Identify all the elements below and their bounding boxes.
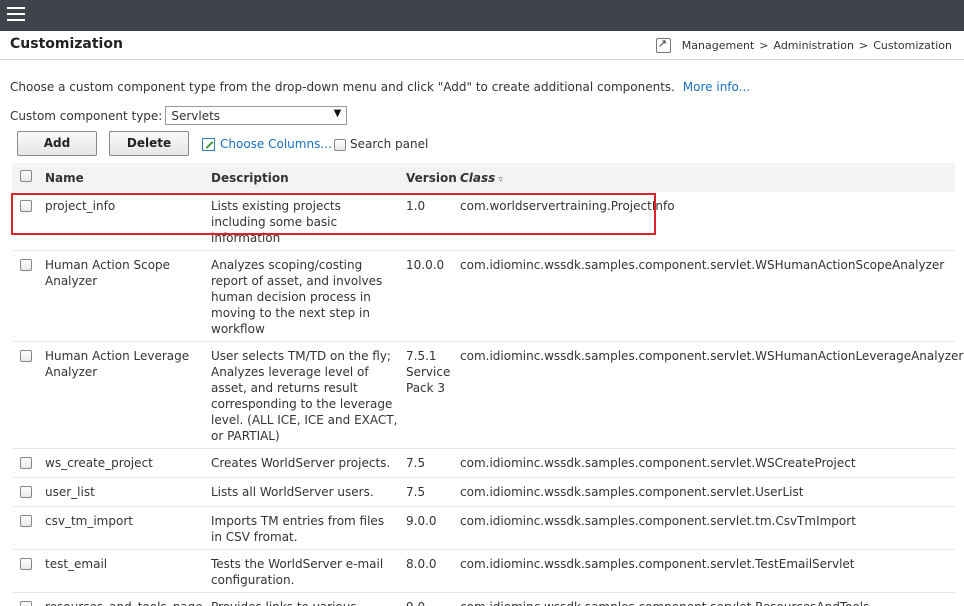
row-checkbox-cell (12, 250, 41, 342)
row-description: Analyzes scoping/costing report of asset… (207, 250, 402, 342)
breadcrumb-separator: > (759, 39, 769, 52)
row-checkbox-cell (12, 341, 41, 449)
row-name[interactable]: resources_and_tools_page (41, 592, 207, 606)
row-description: Tests the WorldServer e-mail configurati… (207, 549, 402, 593)
table-row[interactable]: user_list Lists all WorldServer users. 7… (12, 477, 955, 507)
add-button[interactable]: Add (17, 131, 97, 156)
class-header-label: Class (460, 170, 496, 185)
table-row[interactable]: test_email Tests the WorldServer e-mail … (12, 549, 955, 593)
row-checkbox[interactable] (20, 350, 32, 362)
row-checkbox-cell (12, 448, 41, 478)
page-header: Customization Management > Administratio… (0, 31, 964, 60)
row-description: Provides links to various resources and … (207, 592, 402, 606)
row-version: 7.5.1 Service Pack 3 (402, 341, 456, 449)
row-checkbox[interactable] (20, 515, 32, 527)
row-description: Imports TM entries from files in CSV fro… (207, 506, 402, 550)
row-class: com.idiominc.wssdk.samples.component.ser… (456, 341, 963, 449)
row-class: com.worldservertraining.ProjectInfo (456, 192, 955, 251)
row-version: 7.5 (402, 448, 456, 478)
row-class: com.idiominc.wssdk.samples.component.ser… (456, 250, 955, 342)
row-checkbox-cell (12, 506, 41, 550)
search-panel-toggle[interactable]: Search panel (334, 137, 428, 151)
row-checkbox-cell (12, 592, 41, 606)
choose-columns-link[interactable]: Choose Columns... (202, 137, 332, 151)
table-row[interactable]: csv_tm_import Imports TM entries from fi… (12, 506, 955, 550)
breadcrumb-separator: > (858, 39, 869, 52)
row-name[interactable]: test_email (41, 549, 207, 593)
row-version: 10.0.0 (402, 250, 456, 342)
row-checkbox[interactable] (20, 200, 32, 212)
row-version: 7.5 (402, 477, 456, 507)
table-header-row: Name Description Version Class ▿ (12, 163, 955, 192)
row-version: 9.0 (402, 592, 456, 606)
row-class: com.idiominc.wssdk.samples.component.ser… (456, 477, 955, 507)
row-checkbox[interactable] (20, 457, 32, 469)
row-version: 8.0.0 (402, 549, 456, 593)
row-class: com.idiominc.wssdk.samples.component.ser… (456, 592, 955, 606)
table-row[interactable]: Human Action Scope Analyzer Analyzes sco… (12, 250, 955, 342)
row-checkbox[interactable] (20, 601, 32, 606)
page-title: Customization (10, 36, 123, 52)
sort-descending-icon: ▿ (498, 174, 503, 185)
row-description: User selects TM/TD on the fly; Analyzes … (207, 341, 402, 449)
select-all-cell (12, 163, 41, 192)
row-name[interactable]: Human Action Leverage Analyzer (41, 341, 207, 449)
table-row[interactable]: project_info Lists existing projects inc… (12, 192, 955, 251)
intro-text: Choose a custom component type from the … (10, 80, 675, 94)
breadcrumb-item-management[interactable]: Management (682, 39, 754, 52)
select-all-checkbox[interactable] (20, 170, 32, 182)
row-checkbox[interactable] (20, 558, 32, 570)
table-row[interactable]: Human Action Leverage Analyzer User sele… (12, 341, 963, 449)
component-type-value: Servlets (171, 109, 221, 123)
search-panel-checkbox[interactable] (334, 139, 346, 151)
choose-columns-label: Choose Columns... (220, 137, 332, 151)
components-table: Name Description Version Class ▿ project_… (12, 163, 963, 606)
row-checkbox-cell (12, 477, 41, 507)
row-description: Lists all WorldServer users. (207, 477, 402, 507)
edit-columns-icon (202, 137, 215, 151)
row-name[interactable]: project_info (41, 192, 207, 251)
dropdown-arrow-icon: ▼ (333, 108, 342, 119)
row-description: Lists existing projects including some b… (207, 192, 402, 251)
row-checkbox-cell (12, 549, 41, 593)
breadcrumb-item-customization: Customization (873, 39, 952, 52)
component-type-label: Custom component type: (10, 108, 163, 123)
breadcrumb-nav-icon[interactable] (655, 37, 671, 53)
row-description: Creates WorldServer projects. (207, 448, 402, 478)
column-header-name[interactable]: Name (41, 163, 207, 192)
breadcrumb-item-administration[interactable]: Administration (773, 39, 854, 52)
row-version: 9.0.0 (402, 506, 456, 550)
hamburger-menu-icon[interactable] (7, 7, 25, 23)
delete-button[interactable]: Delete (109, 131, 189, 156)
intro-text-row: Choose a custom component type from the … (10, 80, 750, 94)
component-type-select[interactable]: Servlets ▼ (165, 106, 348, 125)
row-checkbox-cell (12, 192, 41, 251)
component-type-row: Custom component type: Servlets ▼ (10, 106, 348, 125)
row-checkbox[interactable] (20, 486, 32, 498)
row-name[interactable]: csv_tm_import (41, 506, 207, 550)
column-header-description[interactable]: Description (207, 163, 402, 192)
column-header-version[interactable]: Version (402, 163, 457, 192)
column-header-class[interactable]: Class ▿ (456, 163, 955, 192)
row-name[interactable]: ws_create_project (41, 448, 207, 478)
top-bar (0, 0, 964, 31)
row-name[interactable]: Human Action Scope Analyzer (41, 250, 207, 342)
breadcrumb: Management > Administration > Customizat… (655, 37, 952, 53)
row-version: 1.0 (402, 192, 456, 251)
row-class: com.idiominc.wssdk.samples.component.ser… (456, 448, 955, 478)
more-info-link[interactable]: More info... (683, 80, 750, 94)
table-row[interactable]: resources_and_tools_page Provides links … (12, 592, 955, 606)
row-name[interactable]: user_list (41, 477, 207, 507)
table-row[interactable]: ws_create_project Creates WorldServer pr… (12, 448, 955, 478)
row-class: com.idiominc.wssdk.samples.component.ser… (456, 549, 955, 593)
row-checkbox[interactable] (20, 259, 32, 271)
row-class: com.idiominc.wssdk.samples.component.ser… (456, 506, 955, 550)
search-panel-label: Search panel (350, 137, 429, 151)
